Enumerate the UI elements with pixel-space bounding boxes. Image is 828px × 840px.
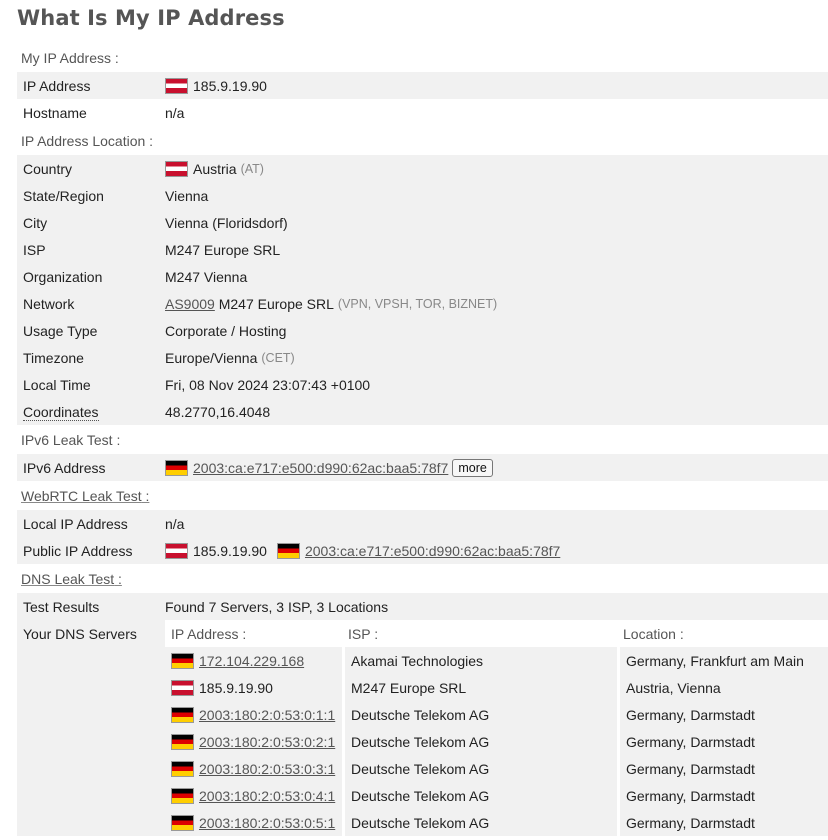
row-public-ip: Public IP Address 185.9.19.90 2003:ca:e71…	[17, 537, 828, 564]
row-local-ip: Local IP Address n/a	[17, 510, 828, 537]
row-isp: ISP M247 Europe SRL	[17, 236, 828, 263]
flag-austria-icon	[165, 542, 188, 559]
flag-germany-icon	[171, 652, 194, 669]
dns-isp: Deutsche Telekom AG	[342, 755, 617, 782]
section-webrtc: WebRTC Leak Test :	[21, 487, 150, 504]
section-location: IP Address Location :	[21, 132, 154, 149]
dns-location: Germany, Darmstadt	[617, 755, 828, 782]
more-button[interactable]: more	[452, 458, 493, 477]
dns-servers-block: Your DNS Servers IP Address : ISP : Loca…	[17, 620, 828, 836]
webrtc-link[interactable]: WebRTC Leak Test	[21, 488, 142, 504]
row-usage-type: Usage Type Corporate / Hosting	[17, 317, 828, 344]
row-city: City Vienna (Floridsdorf)	[17, 209, 828, 236]
row-country: Country Austria (AT)	[17, 155, 828, 182]
dns-table-row: 172.104.229.168 Akamai Technologies German…	[165, 647, 828, 674]
row-hostname: Hostname n/a	[23, 104, 185, 121]
row-ip-address: IP Address 185.9.19.90	[17, 72, 828, 99]
ip-value: 185.9.19.90	[193, 77, 267, 94]
flag-austria-icon	[165, 77, 188, 94]
section-my-ip: My IP Address :	[21, 49, 119, 66]
page-title: What Is My IP Address	[17, 6, 285, 30]
dns-ip[interactable]: 2003:180:2:0:53:0:3:1	[199, 761, 335, 777]
row-network: Network AS9009 M247 Europe SRL (VPN, VPSH…	[17, 290, 828, 317]
dns-location: Austria, Vienna	[617, 674, 828, 701]
row-test-results: Test Results Found 7 Servers, 3 ISP, 3 L…	[17, 593, 828, 620]
public-ipv6-link[interactable]: 2003:ca:e717:e500:d990:62ac:baa5:78f7	[305, 543, 560, 559]
dns-servers-label: Your DNS Servers	[17, 620, 165, 836]
row-coordinates: Coordinates 48.2770,16.4048	[17, 398, 828, 425]
dns-table-row: 2003:180:2:0:53:0:3:1 Deutsche Telekom AG…	[165, 755, 828, 782]
flag-austria-icon	[171, 679, 194, 696]
section-dns: DNS Leak Test :	[21, 570, 122, 587]
dns-ip[interactable]: 2003:180:2:0:53:0:2:1	[199, 734, 335, 750]
dns-location: Germany, Darmstadt	[617, 701, 828, 728]
dns-ip[interactable]: 2003:180:2:0:53:0:1:1	[199, 707, 335, 723]
dns-table-row: 2003:180:2:0:53:0:2:1 Deutsche Telekom AG…	[165, 728, 828, 755]
dns-isp: Deutsche Telekom AG	[342, 782, 617, 809]
row-state: State/Region Vienna	[17, 182, 828, 209]
dns-leak-link[interactable]: DNS Leak Test	[21, 571, 114, 587]
flag-austria-icon	[165, 160, 188, 177]
dns-table-row: 2003:180:2:0:53:0:4:1 Deutsche Telekom AG…	[165, 782, 828, 809]
asn-link[interactable]: AS9009	[165, 296, 215, 312]
dns-isp: M247 Europe SRL	[342, 674, 617, 701]
flag-germany-icon	[165, 459, 188, 476]
dns-table-row: 2003:180:2:0:53:0:1:1 Deutsche Telekom AG…	[165, 701, 828, 728]
dns-isp: Deutsche Telekom AG	[342, 701, 617, 728]
flag-germany-icon	[171, 787, 194, 804]
dns-ip: 185.9.19.90	[199, 679, 273, 696]
flag-germany-icon	[171, 814, 194, 831]
row-ipv6-address: IPv6 Address 2003:ca:e717:e500:d990:62ac…	[17, 454, 828, 481]
flag-germany-icon	[171, 706, 194, 723]
dns-location: Germany, Darmstadt	[617, 782, 828, 809]
flag-germany-icon	[171, 733, 194, 750]
section-ipv6: IPv6 Leak Test :	[21, 431, 121, 448]
results-panel: My IP Address : IP Address 185.9.19.90 H…	[17, 43, 828, 836]
dns-ip[interactable]: 2003:180:2:0:53:0:4:1	[199, 788, 335, 804]
row-timezone: Timezone Europe/Vienna (CET)	[17, 344, 828, 371]
dns-isp: Deutsche Telekom AG	[342, 728, 617, 755]
dns-ip[interactable]: 2003:180:2:0:53:0:5:1	[199, 815, 335, 831]
ipv6-link[interactable]: 2003:ca:e717:e500:d990:62ac:baa5:78f7	[193, 460, 448, 476]
coordinates-label[interactable]: Coordinates	[23, 403, 99, 421]
dns-isp: Akamai Technologies	[342, 647, 617, 674]
dns-location: Germany, Frankfurt am Main	[617, 647, 828, 674]
dns-location: Germany, Darmstadt	[617, 728, 828, 755]
dns-table-row: 185.9.19.90 M247 Europe SRL Austria, Vienn…	[165, 674, 828, 701]
flag-germany-icon	[276, 542, 300, 559]
row-organization: Organization M247 Vienna	[17, 263, 828, 290]
dns-table-header: IP Address : ISP : Location :	[165, 620, 828, 647]
dns-ip[interactable]: 172.104.229.168	[199, 653, 304, 669]
flag-germany-icon	[171, 760, 194, 777]
dns-location: Germany, Darmstadt	[617, 809, 828, 836]
dns-isp: Deutsche Telekom AG	[342, 809, 617, 836]
dns-table-row: 2003:180:2:0:53:0:5:1 Deutsche Telekom AG…	[165, 809, 828, 836]
row-local-time: Local Time Fri, 08 Nov 2024 23:07:43 +01…	[17, 371, 828, 398]
dns-table: IP Address : ISP : Location : 172.104.22…	[165, 620, 828, 836]
